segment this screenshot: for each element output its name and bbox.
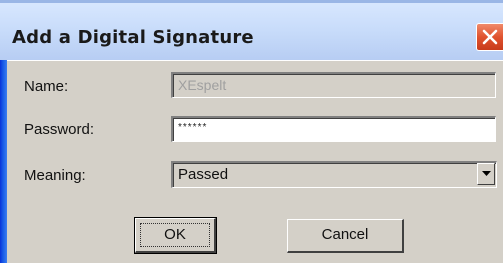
name-field: XEspelt xyxy=(171,72,496,98)
digital-signature-dialog: Add a Digital Signature Name: XEspelt Pa… xyxy=(0,0,503,263)
title-bar-edge xyxy=(0,0,503,3)
ok-button[interactable]: OK xyxy=(134,217,217,254)
password-field[interactable]: ****** xyxy=(171,116,496,142)
title-bar[interactable]: Add a Digital Signature xyxy=(0,0,503,60)
meaning-select[interactable]: Passed xyxy=(171,161,497,188)
cancel-button-label: Cancel xyxy=(321,226,369,243)
meaning-dropdown-button[interactable] xyxy=(477,163,495,185)
name-label: Name: xyxy=(24,78,69,95)
close-button[interactable] xyxy=(476,23,503,51)
password-label: Password: xyxy=(24,121,95,138)
close-icon xyxy=(482,29,498,45)
cancel-button[interactable]: Cancel xyxy=(287,219,404,253)
chevron-down-icon xyxy=(482,171,491,176)
focus-rectangle xyxy=(140,223,210,247)
meaning-label: Meaning: xyxy=(24,167,86,184)
dialog-title: Add a Digital Signature xyxy=(12,27,254,48)
